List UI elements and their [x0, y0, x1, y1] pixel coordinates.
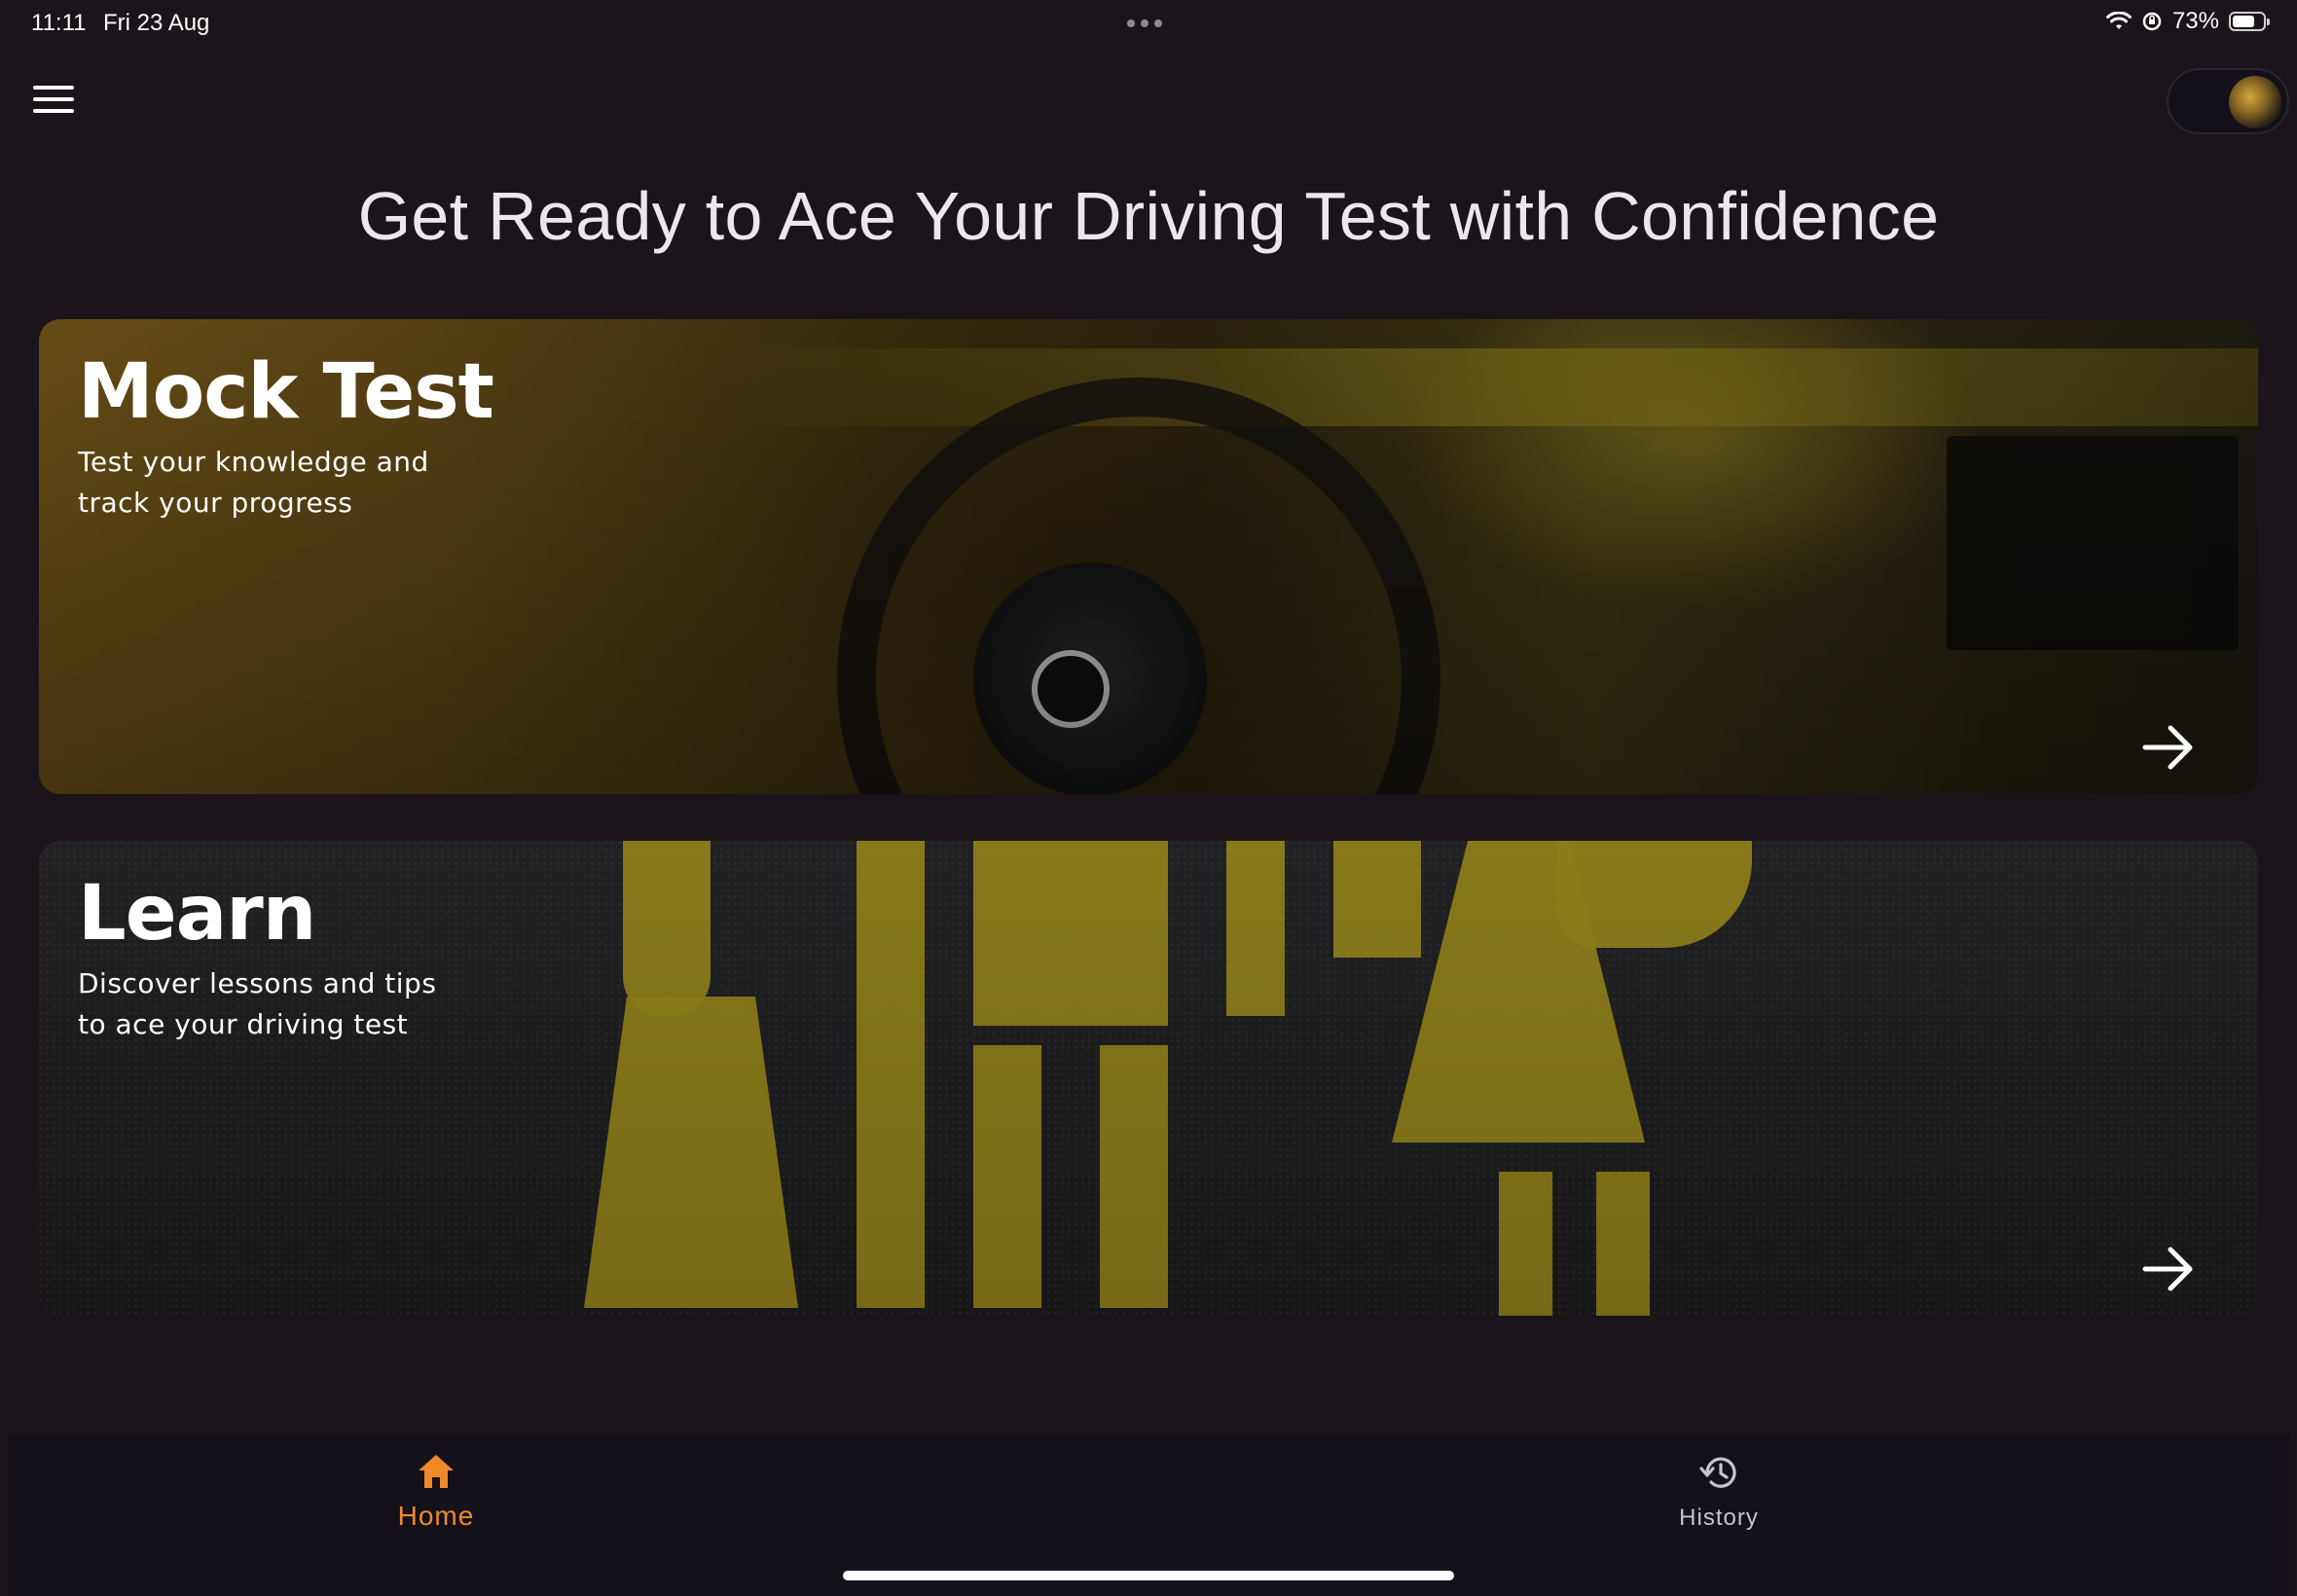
- card-title: Mock Test: [78, 348, 494, 436]
- nav-item-home[interactable]: Home: [290, 1452, 582, 1532]
- multitasking-dots-icon[interactable]: [1127, 19, 1162, 27]
- battery-percentage: 73%: [2171, 8, 2219, 34]
- card-title: Learn: [78, 870, 316, 958]
- status-bar: 11:11 Fri 23 Aug 73%: [0, 0, 2297, 45]
- home-indicator[interactable]: [843, 1571, 1454, 1580]
- user-avatar: [2229, 76, 2281, 128]
- home-icon: [419, 1455, 454, 1488]
- battery-icon: [2229, 12, 2270, 31]
- history-icon: [1699, 1457, 1736, 1488]
- nav-item-history[interactable]: History: [1573, 1452, 1865, 1532]
- learn-card[interactable]: Learn Discover lessons and tips to ace y…: [39, 841, 2258, 1316]
- mock-test-card[interactable]: Mock Test Test your knowledge and track …: [39, 319, 2258, 794]
- menu-button[interactable]: [33, 86, 74, 115]
- card-overlay: [39, 841, 2258, 1316]
- wifi-icon: [2105, 12, 2132, 29]
- status-indicators: 73%: [2105, 8, 2270, 35]
- card-subtitle: Test your knowledge and track your progr…: [78, 442, 487, 524]
- card-subtitle-line: Test your knowledge and: [78, 446, 429, 478]
- arrow-right-icon[interactable]: [2139, 718, 2198, 777]
- nav-label: Home: [397, 1501, 475, 1531]
- card-subtitle-line: track your progress: [78, 487, 353, 519]
- status-time: 11:11: [31, 10, 87, 36]
- orientation-lock-icon: [2142, 12, 2162, 31]
- nav-label: History: [1679, 1505, 1759, 1531]
- card-subtitle-line: to ace your driving test: [78, 1008, 409, 1040]
- card-subtitle: Discover lessons and tips to ace your dr…: [78, 963, 487, 1045]
- status-date: Fri 23 Aug: [103, 10, 210, 36]
- arrow-right-icon[interactable]: [2139, 1240, 2198, 1298]
- page-headline: Get Ready to Ace Your Driving Test with …: [357, 178, 1940, 254]
- home-screen: 11:11 Fri 23 Aug 73% Get Ready to Ace Yo…: [0, 0, 2297, 1596]
- card-subtitle-line: Discover lessons and tips: [78, 967, 437, 999]
- profile-button[interactable]: [2167, 68, 2289, 134]
